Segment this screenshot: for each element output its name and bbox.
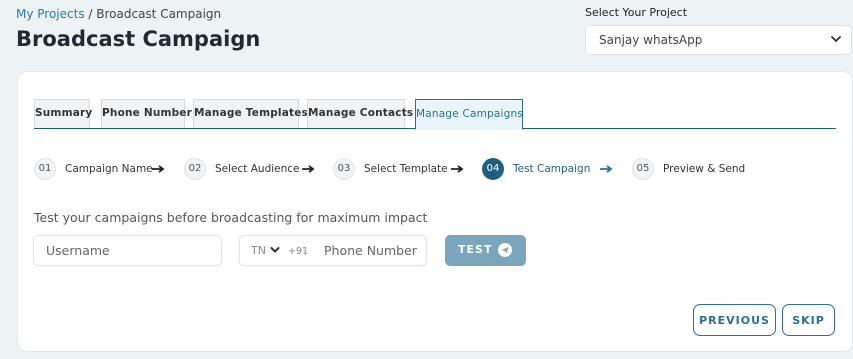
page-title: Broadcast Campaign xyxy=(16,27,261,51)
chevron-down-icon[interactable] xyxy=(270,245,280,255)
step-preview-send[interactable]: 05 Preview & Send xyxy=(632,158,745,180)
arrow-right-icon xyxy=(451,165,464,173)
previous-button[interactable]: PREVIOUS xyxy=(693,304,776,336)
project-select-value: Sanjay whatsApp xyxy=(599,33,703,47)
breadcrumb: My Projects / Broadcast Campaign xyxy=(16,7,221,21)
phone-field: TN +91 Phone Number xyxy=(239,235,427,266)
tab-manage-contacts[interactable]: Manage Contacts xyxy=(307,99,413,128)
project-select-label: Select Your Project xyxy=(585,6,688,19)
country-code-select[interactable]: TN xyxy=(251,244,266,257)
campaign-card: Summary Phone Number Manage Templates Ma… xyxy=(17,71,853,352)
test-hint-text: Test your campaigns before broadcasting … xyxy=(34,210,428,225)
tab-bar: Summary Phone Number Manage Templates Ma… xyxy=(34,99,836,130)
tab-summary[interactable]: Summary xyxy=(34,99,92,128)
step-number: 04 xyxy=(482,158,504,180)
username-input[interactable]: Username xyxy=(33,235,222,266)
step-label: Preview & Send xyxy=(663,163,746,175)
breadcrumb-separator: / xyxy=(84,7,97,21)
step-label: Select Audience xyxy=(215,163,300,175)
step-select-template[interactable]: 03 Select Template xyxy=(333,158,448,180)
stepper: 01 Campaign Name 02 Select Audience 03 S… xyxy=(34,158,834,180)
arrow-right-icon xyxy=(302,165,315,173)
tab-manage-templates[interactable]: Manage Templates xyxy=(193,99,308,128)
arrow-right-icon xyxy=(600,165,613,173)
username-placeholder: Username xyxy=(46,243,110,258)
step-label: Campaign Name xyxy=(65,163,153,175)
dial-code: +91 xyxy=(288,246,309,257)
chevron-down-icon xyxy=(831,36,841,42)
step-test-campaign[interactable]: 04 Test Campaign xyxy=(482,158,590,180)
step-label: Select Template xyxy=(364,163,448,175)
breadcrumb-link-my-projects[interactable]: My Projects xyxy=(16,7,85,21)
arrow-right-icon xyxy=(152,165,165,173)
step-number: 01 xyxy=(34,158,56,180)
step-label: Test Campaign xyxy=(513,163,591,175)
project-select[interactable]: Sanjay whatsApp xyxy=(585,25,852,55)
test-button-label: TEST xyxy=(458,243,493,256)
tab-manage-campaigns[interactable]: Manage Campaigns xyxy=(415,99,523,130)
phone-number-input[interactable]: Phone Number xyxy=(324,243,417,258)
breadcrumb-current: Broadcast Campaign xyxy=(96,7,222,21)
step-number: 02 xyxy=(184,158,206,180)
step-number: 05 xyxy=(632,158,654,180)
step-campaign-name[interactable]: 01 Campaign Name xyxy=(34,158,153,180)
tab-phone-number[interactable]: Phone Number xyxy=(101,99,192,128)
send-icon xyxy=(498,243,512,257)
step-number: 03 xyxy=(333,158,355,180)
skip-button[interactable]: SKIP xyxy=(782,304,835,336)
test-button[interactable]: TEST xyxy=(445,235,526,266)
step-select-audience[interactable]: 02 Select Audience xyxy=(184,158,300,180)
